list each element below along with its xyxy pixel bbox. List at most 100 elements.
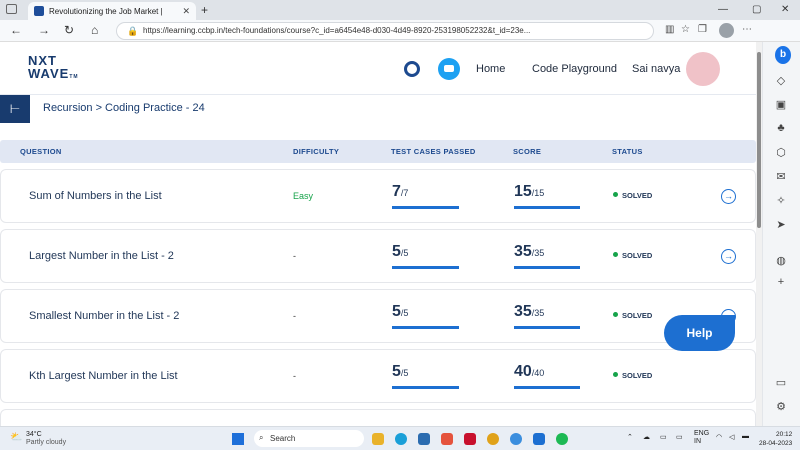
notification-icon[interactable]: ◍ (773, 254, 789, 270)
app-icon[interactable] (441, 433, 453, 445)
back-icon[interactable]: ← (10, 23, 22, 37)
address-bar[interactable]: 🔒 https://learning.ccbp.in/tech-foundati… (116, 22, 654, 40)
close-window-icon[interactable]: ✕ (781, 4, 789, 15)
reload-icon[interactable]: ↻ (64, 23, 74, 37)
hide-sidebar-icon[interactable]: ▭ (773, 376, 789, 392)
system-clock[interactable]: 20:12 28-04-2023 (759, 430, 792, 448)
status-badge: SOLVED (613, 251, 652, 260)
nav-code-playground[interactable]: Code Playground (532, 63, 617, 75)
page-scrollbar[interactable] (756, 42, 762, 426)
forward-icon[interactable]: → (38, 23, 50, 37)
arrow-right-icon[interactable]: → (721, 189, 736, 204)
language-indicator[interactable]: ENG IN (694, 430, 709, 446)
weather-widget[interactable]: ⛅ 34°C Partly cloudy (10, 431, 66, 447)
meet-icon[interactable] (533, 433, 545, 445)
table-row[interactable]: Sum of Numbers in the List Easy 7/7 15/1… (0, 169, 756, 223)
table-row[interactable]: Kth Largest Number in the List - 5/5 40/… (0, 349, 756, 403)
user-avatar[interactable] (686, 52, 720, 86)
lang-line-2: IN (694, 438, 701, 445)
status-badge: SOLVED (613, 311, 652, 320)
status-badge: SOLVED (613, 371, 652, 380)
timer-icon[interactable] (404, 61, 420, 77)
mcafee-icon[interactable] (464, 433, 476, 445)
chrome-icon[interactable] (487, 433, 499, 445)
games-icon[interactable]: ♣ (773, 122, 789, 138)
page-content: NXT WAVETM Home Code Playground Sai navy… (0, 42, 756, 426)
wifi-icon[interactable]: ◠ (716, 433, 722, 441)
close-tab-icon[interactable]: ✕ (182, 6, 190, 17)
score-count: 15/15 (514, 183, 545, 200)
score-progress-bar (514, 266, 580, 269)
windows-start-icon[interactable] (232, 433, 244, 445)
table-row[interactable] (0, 409, 756, 426)
table-row[interactable]: Smallest Number in the List - 2 - 5/5 35… (0, 289, 756, 343)
difficulty-label: Easy (293, 191, 314, 201)
difficulty-label: - (293, 371, 296, 381)
browser-tab[interactable]: Revolutionizing the Job Market | ✕ (28, 2, 196, 20)
new-tab-icon[interactable]: + (201, 3, 208, 17)
spotify-icon[interactable] (556, 433, 568, 445)
user-name[interactable]: Sai navya (632, 63, 680, 75)
store-icon[interactable] (418, 433, 430, 445)
tab-actions-icon[interactable] (6, 4, 17, 14)
table-row[interactable]: Largest Number in the List - 2 - 5/5 35/… (0, 229, 756, 283)
bing-chat-icon[interactable]: b (775, 46, 791, 64)
status-dot-icon (613, 312, 618, 317)
nxtwave-logo[interactable]: NXT WAVETM (28, 54, 79, 84)
home-icon[interactable]: ⌂ (91, 23, 98, 37)
score-count: 35/35 (514, 243, 545, 260)
header-score: SCORE (513, 147, 542, 156)
score-progress-bar (514, 326, 580, 329)
header-difficulty: DIFFICULTY (293, 147, 340, 156)
test-cases-progress-bar (392, 326, 459, 329)
help-app-icon[interactable] (510, 433, 522, 445)
battery-status-icon[interactable]: ▬ (742, 433, 749, 440)
collections-icon[interactable]: ❐ (698, 24, 707, 35)
clock-date: 28-04-2023 (759, 440, 793, 447)
help-button[interactable]: Help (664, 315, 735, 351)
weather-temp: 34°C (26, 431, 42, 438)
file-explorer-icon[interactable] (372, 433, 384, 445)
maximize-icon[interactable]: ▢ (752, 4, 761, 15)
minimize-icon[interactable]: — (718, 4, 728, 15)
url-text: https://learning.ccbp.in/tech-foundation… (143, 26, 531, 35)
chevron-up-icon[interactable]: ⌃ (627, 433, 633, 441)
score-count: 40/40 (514, 363, 545, 380)
send-icon[interactable]: ➤ (773, 218, 789, 234)
status-dot-icon (613, 372, 618, 377)
tag-icon[interactable]: ◇ (773, 74, 789, 90)
chat-icon[interactable] (438, 58, 460, 80)
favorites-icon[interactable]: ☆ (681, 24, 690, 35)
briefcase-icon[interactable]: ▣ (773, 98, 789, 114)
onedrive-icon[interactable]: ☁ (643, 433, 650, 441)
outlook-icon[interactable]: ✉ (773, 170, 789, 186)
volume-icon[interactable]: ◁ (729, 433, 734, 441)
office-icon[interactable]: ⬡ (773, 146, 789, 162)
nav-home[interactable]: Home (476, 63, 505, 75)
question-title[interactable]: Sum of Numbers in the List (29, 190, 162, 202)
difficulty-label: - (293, 311, 296, 321)
score-progress-bar (514, 206, 580, 209)
score-progress-bar (514, 386, 580, 389)
taskbar-search[interactable]: ⌕ Search (254, 430, 364, 447)
question-title[interactable]: Kth Largest Number in the List (29, 370, 178, 382)
split-screen-icon[interactable]: ▥ (665, 24, 674, 35)
edge-icon[interactable] (395, 433, 407, 445)
question-title[interactable]: Smallest Number in the List - 2 (29, 310, 179, 322)
settings-icon[interactable]: ⚙ (773, 400, 789, 416)
scrollbar-thumb[interactable] (757, 52, 761, 228)
add-sidebar-icon[interactable]: + (773, 276, 789, 292)
arrow-right-icon[interactable]: → (721, 249, 736, 264)
test-cases-progress-bar (392, 206, 459, 209)
more-icon[interactable]: ⋯ (742, 24, 752, 35)
battery-icon[interactable]: ▭ (660, 433, 667, 441)
browser-tab-bar: Revolutionizing the Job Market | ✕ + — ▢… (0, 0, 800, 20)
profile-icon[interactable] (719, 23, 734, 38)
monitor-icon[interactable]: ▭ (676, 433, 683, 441)
search-icon: ⌕ (259, 433, 264, 442)
tools-icon[interactable]: ✧ (773, 194, 789, 210)
question-title[interactable]: Largest Number in the List - 2 (29, 250, 174, 262)
breadcrumb[interactable]: Recursion > Coding Practice - 24 (43, 102, 205, 114)
sidebar-toggle-icon[interactable]: ⊢ (0, 95, 30, 123)
header-status: STATUS (612, 147, 643, 156)
